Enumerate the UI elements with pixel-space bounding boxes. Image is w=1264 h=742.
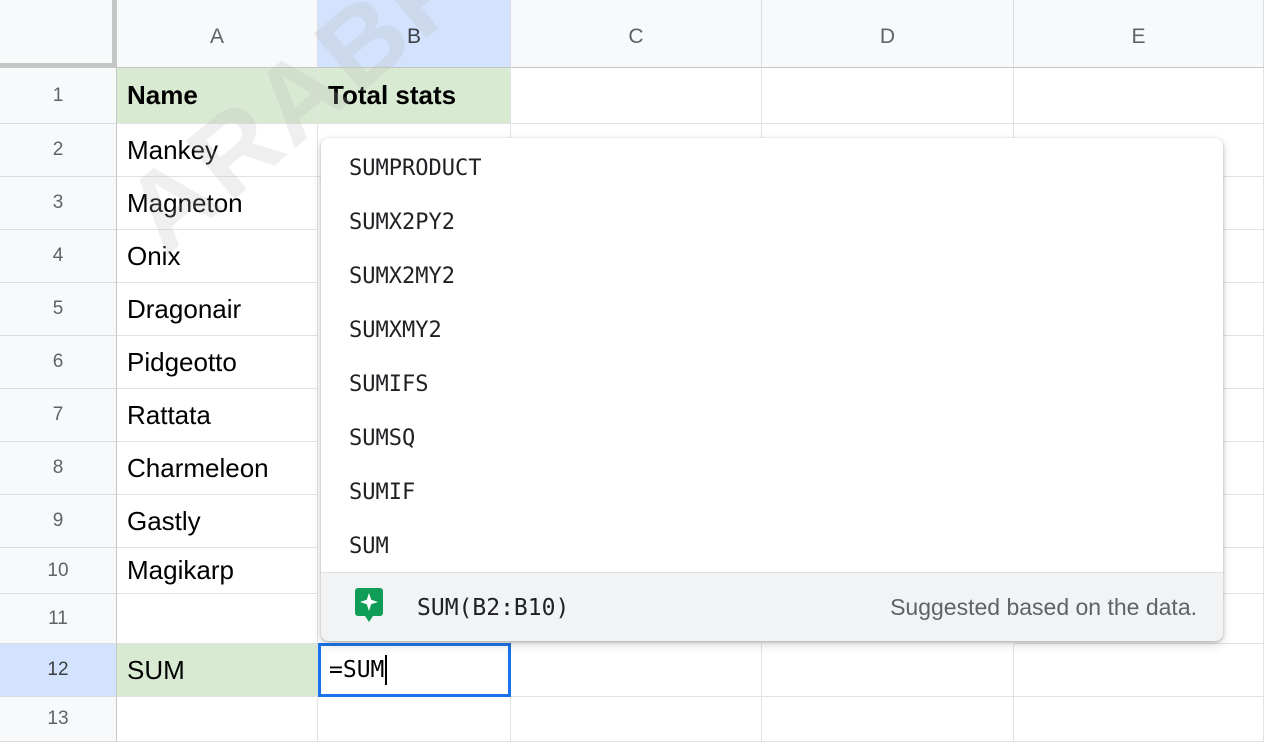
cell-d12[interactable] — [762, 644, 1014, 697]
row-header-9[interactable]: 9 — [0, 495, 117, 548]
row-header-3[interactable]: 3 — [0, 177, 117, 230]
autocomplete-item-sumsq[interactable]: SUMSQ — [349, 420, 415, 456]
row-header-8[interactable]: 8 — [0, 442, 117, 495]
row-header-6[interactable]: 6 — [0, 336, 117, 389]
cell-e1[interactable] — [1014, 68, 1264, 124]
select-all-corner[interactable] — [0, 0, 117, 68]
row-header-10[interactable]: 10 — [0, 548, 117, 594]
autocomplete-item-sumxmy2[interactable]: SUMXMY2 — [349, 312, 442, 348]
autocomplete-item-sumproduct[interactable]: SUMPRODUCT — [349, 150, 481, 186]
cell-a2[interactable]: Mankey — [117, 124, 318, 177]
cell-c12[interactable] — [511, 644, 762, 697]
cell-e13[interactable] — [1014, 697, 1264, 742]
column-header-b[interactable]: B — [318, 0, 511, 68]
row-header-12[interactable]: 12 — [0, 644, 117, 697]
smart-fill-suggestion[interactable]: SUM(B2:B10) Suggested based on the data. — [321, 572, 1223, 641]
cell-a8[interactable]: Charmeleon — [117, 442, 318, 495]
cell-b1[interactable]: Total stats — [318, 68, 511, 124]
suggested-formula: SUM(B2:B10) — [417, 594, 570, 621]
sparkle-icon — [355, 588, 383, 622]
text-caret — [385, 655, 388, 685]
cell-e12[interactable] — [1014, 644, 1264, 697]
cell-b12-editor[interactable]: =SUM — [318, 643, 511, 697]
autocomplete-item-sum[interactable]: SUM — [349, 528, 389, 564]
column-header-d[interactable]: D — [762, 0, 1014, 68]
row-header-5[interactable]: 5 — [0, 283, 117, 336]
cell-a10[interactable]: Magikarp — [117, 548, 318, 594]
autocomplete-item-sumx2py2[interactable]: SUMX2PY2 — [349, 204, 455, 240]
column-header-c[interactable]: C — [511, 0, 762, 68]
row-header-7[interactable]: 7 — [0, 389, 117, 442]
column-header-a[interactable]: A — [117, 0, 318, 68]
cell-a4[interactable]: Onix — [117, 230, 318, 283]
row-header-11[interactable]: 11 — [0, 594, 117, 644]
cell-b12-formula-text: =SUM — [329, 657, 385, 683]
cell-c13[interactable] — [511, 697, 762, 742]
suggestion-note: Suggested based on the data. — [890, 594, 1197, 620]
row-header-2[interactable]: 2 — [0, 124, 117, 177]
row-header-1[interactable]: 1 — [0, 68, 117, 124]
cell-a6[interactable]: Pidgeotto — [117, 336, 318, 389]
cell-b13[interactable] — [318, 697, 511, 742]
row-header-4[interactable]: 4 — [0, 230, 117, 283]
cell-a11[interactable] — [117, 594, 318, 644]
autocomplete-item-sumx2my2[interactable]: SUMX2MY2 — [349, 258, 455, 294]
cell-d13[interactable] — [762, 697, 1014, 742]
cell-a7[interactable]: Rattata — [117, 389, 318, 442]
autocomplete-item-sumifs[interactable]: SUMIFS — [349, 366, 428, 402]
cell-a9[interactable]: Gastly — [117, 495, 318, 548]
cell-a13[interactable] — [117, 697, 318, 742]
row-header-13[interactable]: 13 — [0, 697, 117, 742]
cell-a3[interactable]: Magneton — [117, 177, 318, 230]
cell-a1[interactable]: Name — [117, 68, 318, 124]
autocomplete-item-sumif[interactable]: SUMIF — [349, 474, 415, 510]
cell-c1[interactable] — [511, 68, 762, 124]
cell-d1[interactable] — [762, 68, 1014, 124]
formula-autocomplete-popup: SUMPRODUCT SUMX2PY2 SUMX2MY2 SUMXMY2 SUM… — [321, 138, 1223, 641]
cell-a12[interactable]: SUM — [117, 644, 318, 697]
column-header-e[interactable]: E — [1014, 0, 1264, 68]
cell-a5[interactable]: Dragonair — [117, 283, 318, 336]
